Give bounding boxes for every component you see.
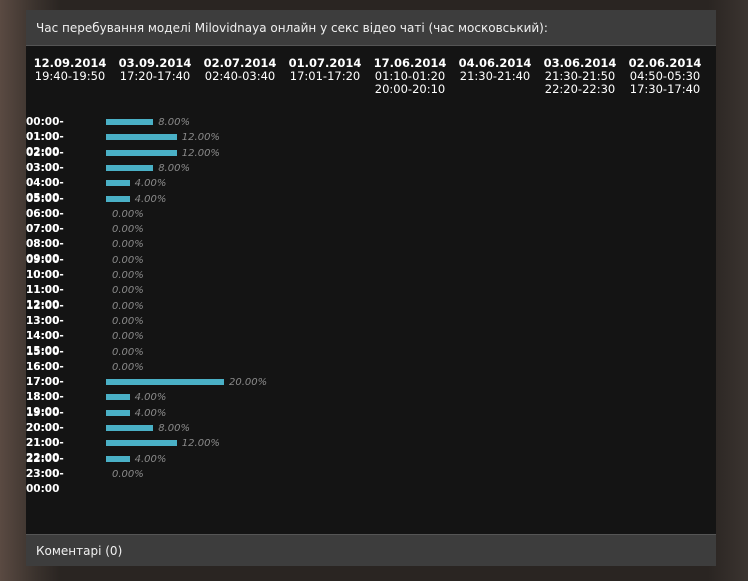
- bar-value-label: 4.00%: [134, 178, 167, 190]
- bar-value-label: 12.00%: [181, 132, 220, 144]
- chart-bar: [106, 164, 154, 171]
- session-date-column: 02.07.2014 02:40-03:40: [198, 57, 282, 83]
- chart-row: 22:00-23:00 4.00%: [26, 452, 716, 480]
- bar-value-label: 0.00%: [112, 361, 144, 373]
- chart-row: 21:00-22:00 12.00%: [26, 436, 716, 464]
- chart-row: 10:00-11:00 0.00%: [26, 268, 716, 296]
- bar-value-label: 4.00%: [134, 392, 167, 404]
- chart-bar: [106, 440, 177, 447]
- chart-row: 17:00-18:00 20.00%: [26, 375, 716, 403]
- bar-value-label: 4.00%: [134, 453, 167, 465]
- bar-value-label: 12.00%: [181, 147, 220, 159]
- bar-value-label: 0.00%: [112, 331, 144, 343]
- chart-row: 08:00-09:00 0.00%: [26, 237, 716, 265]
- session-date-column: 12.09.2014 19:40-19:50: [28, 57, 112, 83]
- chart-row: 11:00-12:00 0.00%: [26, 283, 716, 311]
- bar-value-label: 8.00%: [158, 117, 190, 128]
- chart-row: 15:00-16:00 0.00%: [26, 345, 716, 373]
- chart-row: 04:00-05:00 4.00%: [26, 176, 716, 204]
- chart-bar: [106, 379, 224, 386]
- chart-row: 16:00-17:00 0.00%: [26, 360, 716, 388]
- comments-button[interactable]: Коментарі (0): [26, 534, 716, 566]
- bar-value-label: 0.00%: [112, 208, 144, 220]
- session-time: 02:40-03:40: [204, 69, 276, 83]
- chart-row: 03:00-04:00 8.00%: [26, 161, 716, 189]
- session-date-column: 03.09.2014 17:20-17:40: [113, 57, 197, 83]
- bar-value-label: 0.00%: [112, 300, 144, 312]
- bar-value-label: 4.00%: [134, 407, 167, 419]
- chart-row: 01:00-02:00 12.00%: [26, 130, 716, 158]
- chart-row: 00:00-01:00 8.00%: [26, 115, 716, 143]
- session-time: 19:40-19:50: [34, 69, 106, 83]
- chart-row: 06:00-07:00 0.00%: [26, 207, 716, 235]
- bar-value-label: 0.00%: [112, 346, 144, 358]
- bar-value-label: 12.00%: [181, 438, 220, 450]
- bar-value-label: 8.00%: [158, 423, 190, 434]
- bar-value-label: 0.00%: [112, 468, 144, 480]
- session-time: 22:20-22:30: [544, 82, 616, 96]
- chart-row: 09:00-10:00 0.00%: [26, 253, 716, 281]
- chart-row: 07:00-08:00 0.00%: [26, 222, 716, 250]
- chart-row: 05:00-06:00 4.00%: [26, 192, 716, 220]
- chart-bar: [106, 394, 130, 401]
- session-time: 17:30-17:40: [629, 82, 701, 96]
- chart-row: 18:00-19:00 4.00%: [26, 390, 716, 418]
- chart-row: 12:00-13:00 0.00%: [26, 299, 716, 327]
- bar-value-label: 20.00%: [229, 377, 268, 389]
- chart-row: 20:00-21:00 8.00%: [26, 421, 716, 449]
- session-date-column: 04.06.2014 21:30-21:40: [453, 57, 537, 83]
- panel-title: Час перебування моделі Milovidnaya онлай…: [26, 10, 716, 46]
- session-time: 20:00-20:10: [374, 82, 446, 96]
- bar-value-label: 0.00%: [112, 285, 144, 297]
- bar-value-label: 0.00%: [112, 254, 144, 266]
- chart-bar: [106, 149, 177, 156]
- session-date-column: 02.06.2014 04:50-05:30 17:30-17:40: [623, 57, 707, 96]
- bar-value-label: 4.00%: [134, 193, 167, 205]
- bar-value-label: 0.00%: [112, 224, 144, 236]
- bar-value-label: 0.00%: [112, 239, 144, 251]
- session-date-column: 03.06.2014 21:30-21:50 22:20-22:30: [538, 57, 622, 96]
- session-time: 21:30-21:40: [459, 69, 531, 83]
- chart-row: 14:00-15:00 0.00%: [26, 329, 716, 357]
- bar-value-label: 0.00%: [112, 270, 144, 281]
- chart-bar: [106, 409, 130, 416]
- session-time: 17:01-17:20: [289, 69, 361, 83]
- chart-bar: [106, 119, 154, 125]
- session-date-column: 01.07.2014 17:01-17:20: [283, 57, 367, 83]
- hour-range-label: 23:00-00:00: [26, 467, 64, 495]
- chart-bar: [106, 425, 154, 431]
- online-time-panel: Час перебування моделі Milovidnaya онлай…: [26, 10, 716, 566]
- session-date-column: 17.06.2014 01:10-01:20 20:00-20:10: [368, 57, 452, 96]
- chart-bar: [106, 180, 130, 187]
- bar-value-label: 8.00%: [158, 162, 190, 174]
- session-time: 17:20-17:40: [119, 69, 191, 83]
- chart-row: 23:00-00:00 0.00%: [26, 467, 716, 495]
- chart-bar: [106, 195, 130, 202]
- chart-row: 19:00-20:00 4.00%: [26, 406, 716, 434]
- chart-bar: [106, 134, 177, 141]
- chart-row: 13:00-14:00 0.00%: [26, 314, 716, 342]
- chart-bar: [106, 455, 130, 462]
- chart-row: 02:00-03:00 12.00%: [26, 146, 716, 174]
- bar-value-label: 0.00%: [112, 315, 144, 327]
